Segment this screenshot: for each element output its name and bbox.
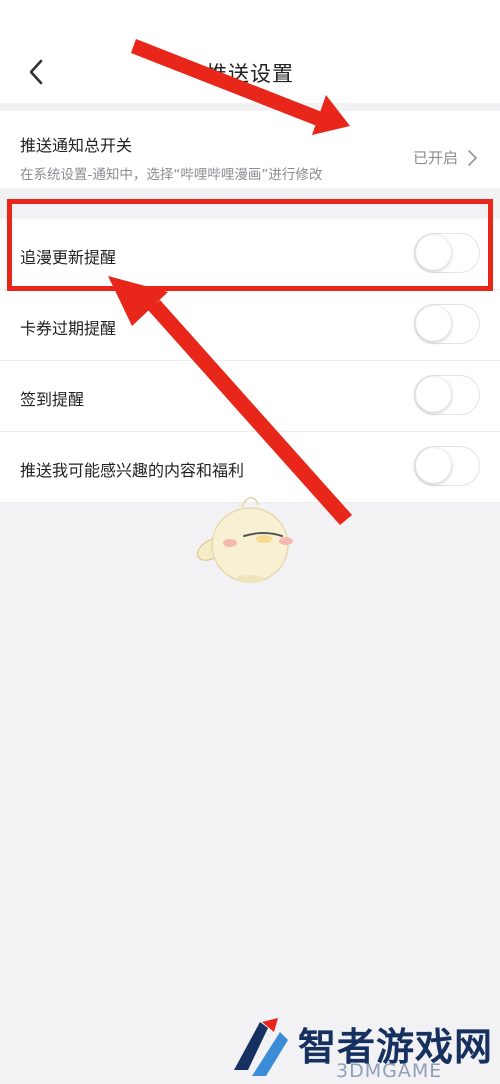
watermark-subtext: 3DMGAME [336,1060,443,1082]
master-switch-subtitle: 在系统设置-通知中，选择“哔哩哔哩漫画”进行修改 [20,167,323,183]
setting-label: 卡券过期提醒 [20,319,117,338]
annotation-highlight-box [7,199,493,291]
status-text: 已开启 [412,149,458,167]
master-switch-title: 推送通知总开关 [20,136,133,155]
setting-label: 推送我可能感兴趣的内容和福利 [20,461,245,480]
setting-label: 签到提醒 [20,390,85,409]
recommendations-toggle[interactable] [414,446,480,486]
section-divider [0,103,500,111]
toggle-knob [416,306,451,341]
toggle-knob [416,448,451,483]
toggle-knob [416,377,451,412]
watermark: 智者游戏网 3DMGAME [218,1012,500,1084]
coupon-expiry-toggle[interactable] [414,304,480,344]
header-bar: 推送设置 [0,0,500,103]
setting-row-coupon-expiry: 卡券过期提醒 [0,290,500,361]
watermark-logo-icon [234,1018,288,1076]
chevron-right-icon [468,149,477,166]
page-title: 推送设置 [206,62,294,86]
master-switch-status: 已开启 [413,147,478,168]
setting-row-recommendations: 推送我可能感兴趣的内容和福利 [0,432,500,503]
setting-row-checkin: 签到提醒 [0,361,500,432]
checkin-reminder-toggle[interactable] [414,375,480,415]
master-switch-row[interactable]: 推送通知总开关 在系统设置-通知中，选择“哔哩哔哩漫画”进行修改 已开启 [0,111,500,188]
